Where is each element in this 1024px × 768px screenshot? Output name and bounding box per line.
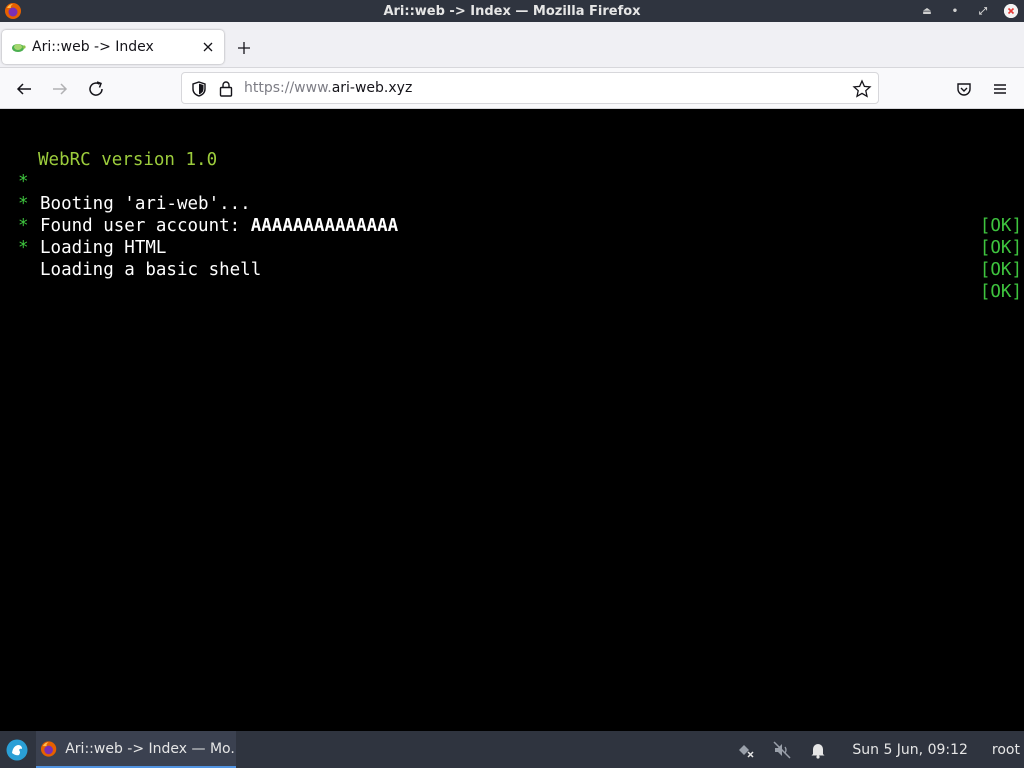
minimize-icon[interactable]: •: [948, 4, 962, 18]
menu-icon: [994, 84, 1006, 94]
firefox-icon: [5, 3, 21, 19]
reload-button[interactable]: [83, 76, 109, 102]
bell-icon[interactable]: [808, 740, 828, 760]
lock-icon[interactable]: [218, 80, 234, 98]
navigation-toolbar: https://www.ari-web.xyz: [0, 68, 1024, 109]
reload-icon: [89, 81, 103, 96]
star-icon[interactable]: [852, 79, 872, 99]
taskbar-firefox-window[interactable]: Ari::web -> Index — Mo...: [36, 731, 236, 768]
address-bar[interactable]: https://www.ari-web.xyz: [181, 72, 879, 104]
tab-ari-web[interactable]: Ari::web -> Index: [2, 30, 224, 64]
tab-title: Ari::web -> Index: [32, 39, 154, 55]
turtle-favicon-icon: [12, 44, 26, 52]
status-ok: [OK]: [979, 282, 1022, 302]
url-prefix: https://www.: [244, 80, 332, 96]
log-message: Loading a basic shell: [40, 260, 262, 280]
forward-arrow-icon: [53, 83, 68, 95]
forward-button[interactable]: [47, 76, 73, 102]
close-window-button[interactable]: [1004, 4, 1018, 18]
plus-icon: [238, 42, 250, 54]
boot-log-line: * Loading HTML [OK]: [0, 193, 1024, 280]
user-name[interactable]: root: [992, 742, 1020, 758]
firefox-icon: [40, 740, 57, 757]
version-line: WebRC version 1.0: [0, 127, 1024, 170]
pocket-icon: [957, 83, 971, 96]
task-label: Ari::web -> Index — Mo...: [65, 740, 236, 757]
maximize-icon[interactable]: ⤢: [976, 4, 990, 18]
new-tab-button[interactable]: [232, 36, 256, 60]
tab-strip: Ari::web -> Index: [0, 22, 1024, 68]
boot-log-line: * Loading a basic shell [OK]: [0, 215, 1024, 302]
keep-above-icon[interactable]: ⏏: [920, 4, 934, 18]
boot-log-line: * Booting 'ari-web'... [OK]: [0, 149, 1024, 236]
clock[interactable]: Sun 5 Jun, 09:12: [852, 742, 968, 758]
mute-icon[interactable]: [772, 740, 792, 760]
url-domain: ari-web.xyz: [331, 80, 413, 96]
boot-log-line: * Found user account: AAAAAAAAAAAAAA [OK…: [0, 171, 1024, 258]
close-icon: [1004, 4, 1018, 18]
log-message: Loading HTML: [40, 238, 167, 258]
pocket-button[interactable]: [951, 76, 977, 102]
bullet: *: [18, 238, 29, 258]
taskbar: Ari::web -> Index — Mo... Sun 5 Jun, 09:…: [0, 731, 1024, 768]
page-content: WebRC version 1.0 * Booting 'ari-web'...…: [0, 109, 1024, 731]
app-menu-button[interactable]: [987, 76, 1013, 102]
network-icon[interactable]: [736, 740, 756, 760]
window-titlebar: Ari::web -> Index — Mozilla Firefox ⏏ • …: [0, 0, 1024, 22]
window-controls: ⏏ • ⤢: [920, 0, 1018, 22]
system-tray: Sun 5 Jun, 09:12 root: [736, 731, 1024, 768]
url-text[interactable]: https://www.ari-web.xyz: [244, 80, 412, 96]
tab-close-button[interactable]: [196, 35, 220, 59]
back-arrow-icon: [16, 83, 31, 95]
status-ok: [OK]: [979, 260, 1022, 280]
status-ok: [OK]: [979, 238, 1022, 258]
window-title: Ari::web -> Index — Mozilla Firefox: [383, 3, 641, 19]
close-icon: [203, 42, 213, 52]
start-menu-icon[interactable]: [6, 739, 28, 761]
back-button[interactable]: [11, 76, 37, 102]
shield-icon[interactable]: [190, 80, 208, 98]
